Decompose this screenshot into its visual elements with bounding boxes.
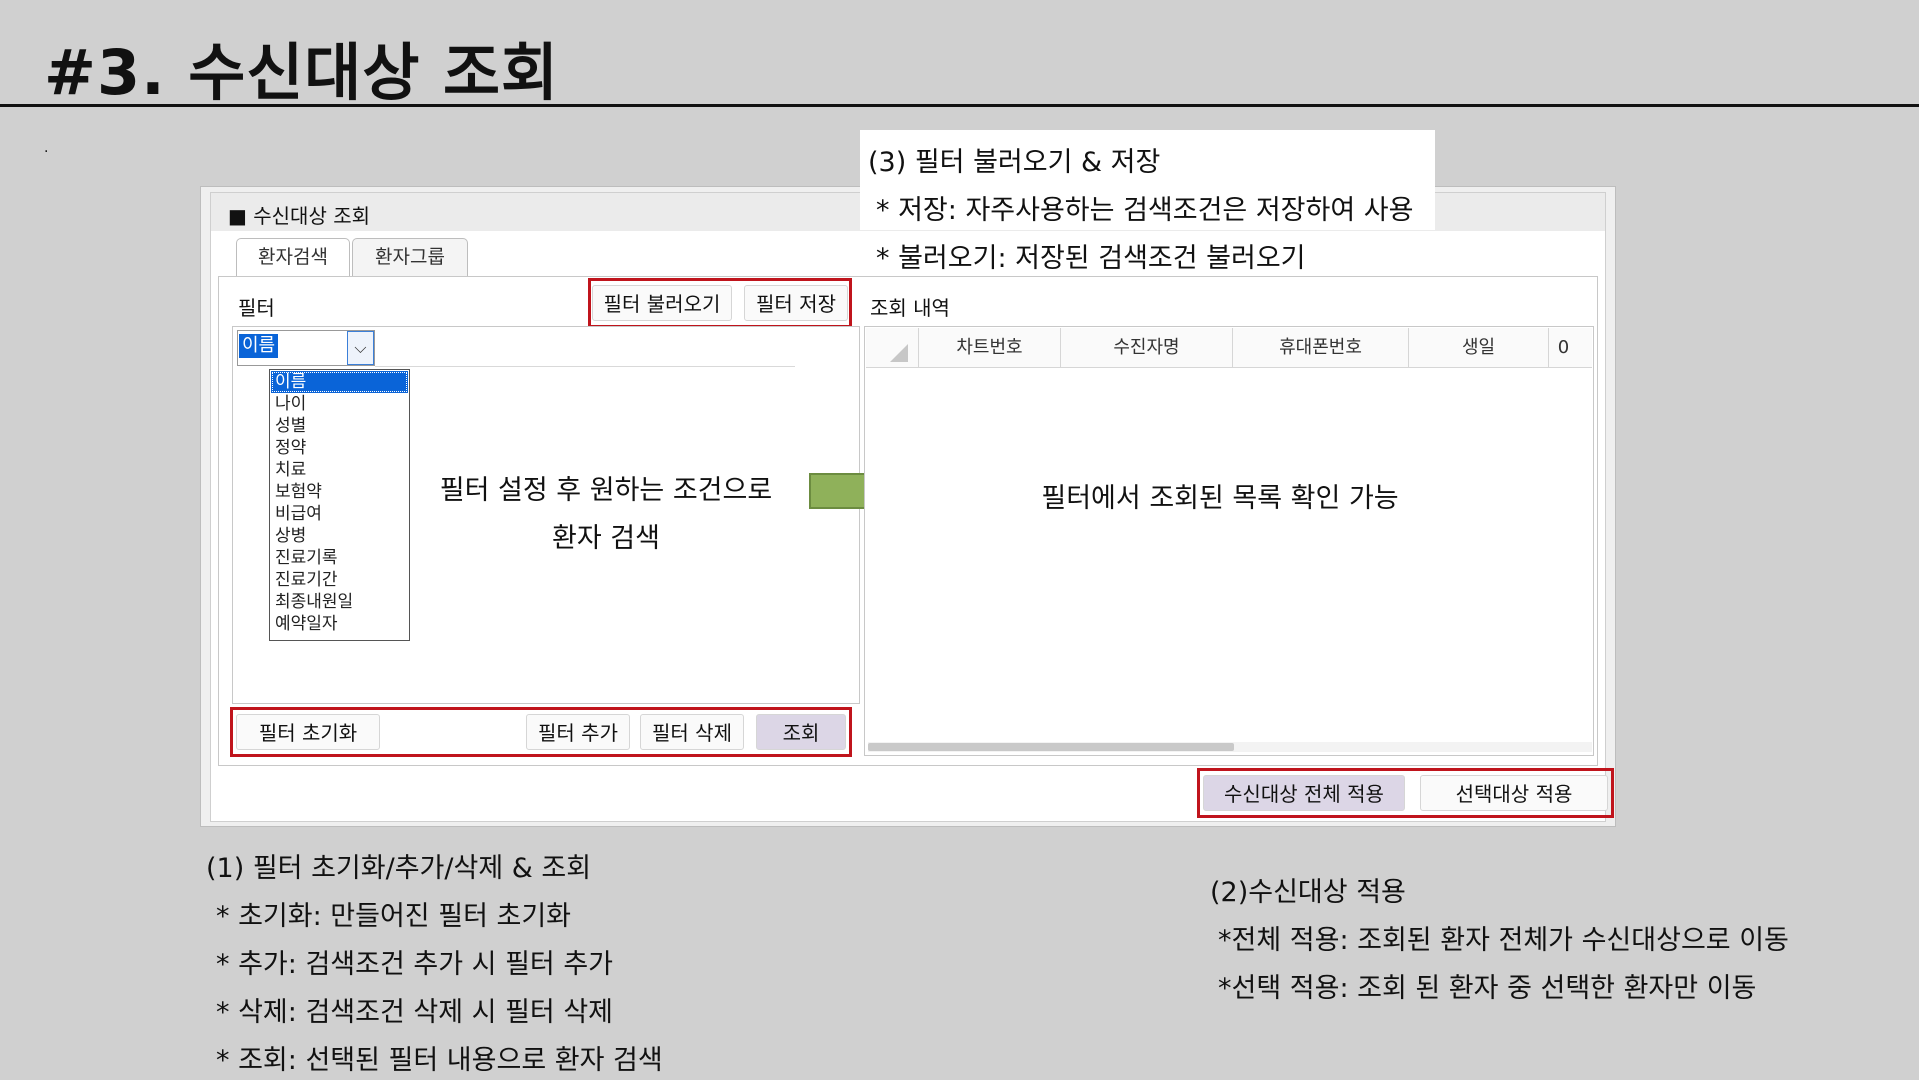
result-grid xyxy=(864,326,1594,756)
filter-field-dropdown: 이름 나이 성별 정약 치료 보험약 비급여 상병 진료기록 진료기간 최종내원… xyxy=(269,369,410,641)
dropdown-option[interactable]: 정약 xyxy=(271,437,408,459)
grid-corner xyxy=(890,344,908,362)
tab-patient-search[interactable]: 환자검색 xyxy=(236,238,350,278)
dropdown-option[interactable]: 치료 xyxy=(271,459,408,481)
column-header[interactable]: 수진자명 xyxy=(1060,328,1232,368)
dropdown-option[interactable]: 상병 xyxy=(271,525,408,547)
column-header[interactable]: 0 xyxy=(1548,328,1578,368)
note1-line4: * 조회: 선택된 필터 내용으로 환자 검색 xyxy=(216,1045,663,1076)
panel-title: ■ 수신대상 조회 xyxy=(228,204,371,228)
note3-line1: * 저장: 자주사용하는 검색조건은 저장하여 사용 xyxy=(876,195,1414,226)
note2-line1: *전체 적용: 조회된 환자 전체가 수신대상으로 이동 xyxy=(1218,925,1789,956)
save-filter-button[interactable]: 필터 저장 xyxy=(744,285,848,321)
column-header[interactable]: 휴대폰번호 xyxy=(1232,328,1408,368)
title-divider xyxy=(0,104,1919,107)
column-header[interactable]: 차트번호 xyxy=(918,328,1060,368)
scrollbar-thumb[interactable] xyxy=(868,743,1234,751)
note2-line2: *선택 적용: 조회 된 환자 중 선택한 환자만 이동 xyxy=(1218,973,1757,1004)
dropdown-option[interactable]: 성별 xyxy=(271,415,408,437)
dropdown-option[interactable]: 비급여 xyxy=(271,503,408,525)
filter-field-value: 이름 xyxy=(239,334,279,358)
filter-hint-line2: 환자 검색 xyxy=(552,523,660,554)
dropdown-option[interactable]: 진료기록 xyxy=(271,547,408,569)
note1-line1: * 초기화: 만들어진 필터 초기화 xyxy=(216,901,572,932)
tab-patient-group[interactable]: 환자그룹 xyxy=(352,238,468,276)
note3-title: (3) 필터 불러오기 & 저장 xyxy=(868,147,1161,178)
column-header[interactable]: 생일 xyxy=(1408,328,1548,368)
filter-hint-line1: 필터 설정 후 원하는 조건으로 xyxy=(439,475,773,506)
dropdown-option[interactable]: 예약일자 xyxy=(271,613,408,635)
dropdown-option[interactable]: 보험약 xyxy=(271,481,408,503)
note1-line3: * 삭제: 검색조건 삭제 시 필터 삭제 xyxy=(216,997,614,1028)
load-filter-button[interactable]: 필터 불러오기 xyxy=(592,285,732,321)
dropdown-option[interactable]: 진료기간 xyxy=(271,569,408,591)
dropdown-option[interactable]: 이름 xyxy=(271,371,408,393)
note1-title: (1) 필터 초기화/추가/삭제 & 조회 xyxy=(206,853,592,884)
search-button[interactable]: 조회 xyxy=(756,714,846,750)
note3-line2: * 불러오기: 저장된 검색조건 불러오기 xyxy=(876,243,1306,274)
note1-line2: * 추가: 검색조건 추가 시 필터 추가 xyxy=(216,949,614,980)
reset-filter-button[interactable]: 필터 초기화 xyxy=(236,714,380,750)
filter-label: 필터 xyxy=(238,296,275,320)
note2-title: (2)수신대상 적용 xyxy=(1210,877,1406,908)
slide-title: #3. 수신대상 조회 xyxy=(44,36,560,109)
result-label: 조회 내역 xyxy=(870,296,950,320)
apply-all-button[interactable]: 수신대상 전체 적용 xyxy=(1203,775,1405,811)
dropdown-option[interactable]: 나이 xyxy=(271,393,408,415)
dropdown-option[interactable]: 최종내원일 xyxy=(271,591,408,613)
filter-row-divider xyxy=(375,366,795,367)
chevron-down-icon[interactable]: ⌵ xyxy=(347,331,374,365)
apply-selected-button[interactable]: 선택대상 적용 xyxy=(1420,775,1608,811)
add-filter-button[interactable]: 필터 추가 xyxy=(526,714,630,750)
delete-filter-button[interactable]: 필터 삭제 xyxy=(640,714,744,750)
result-hint: 필터에서 조회된 목록 확인 가능 xyxy=(1041,483,1399,514)
slide-dot: . xyxy=(44,140,49,156)
